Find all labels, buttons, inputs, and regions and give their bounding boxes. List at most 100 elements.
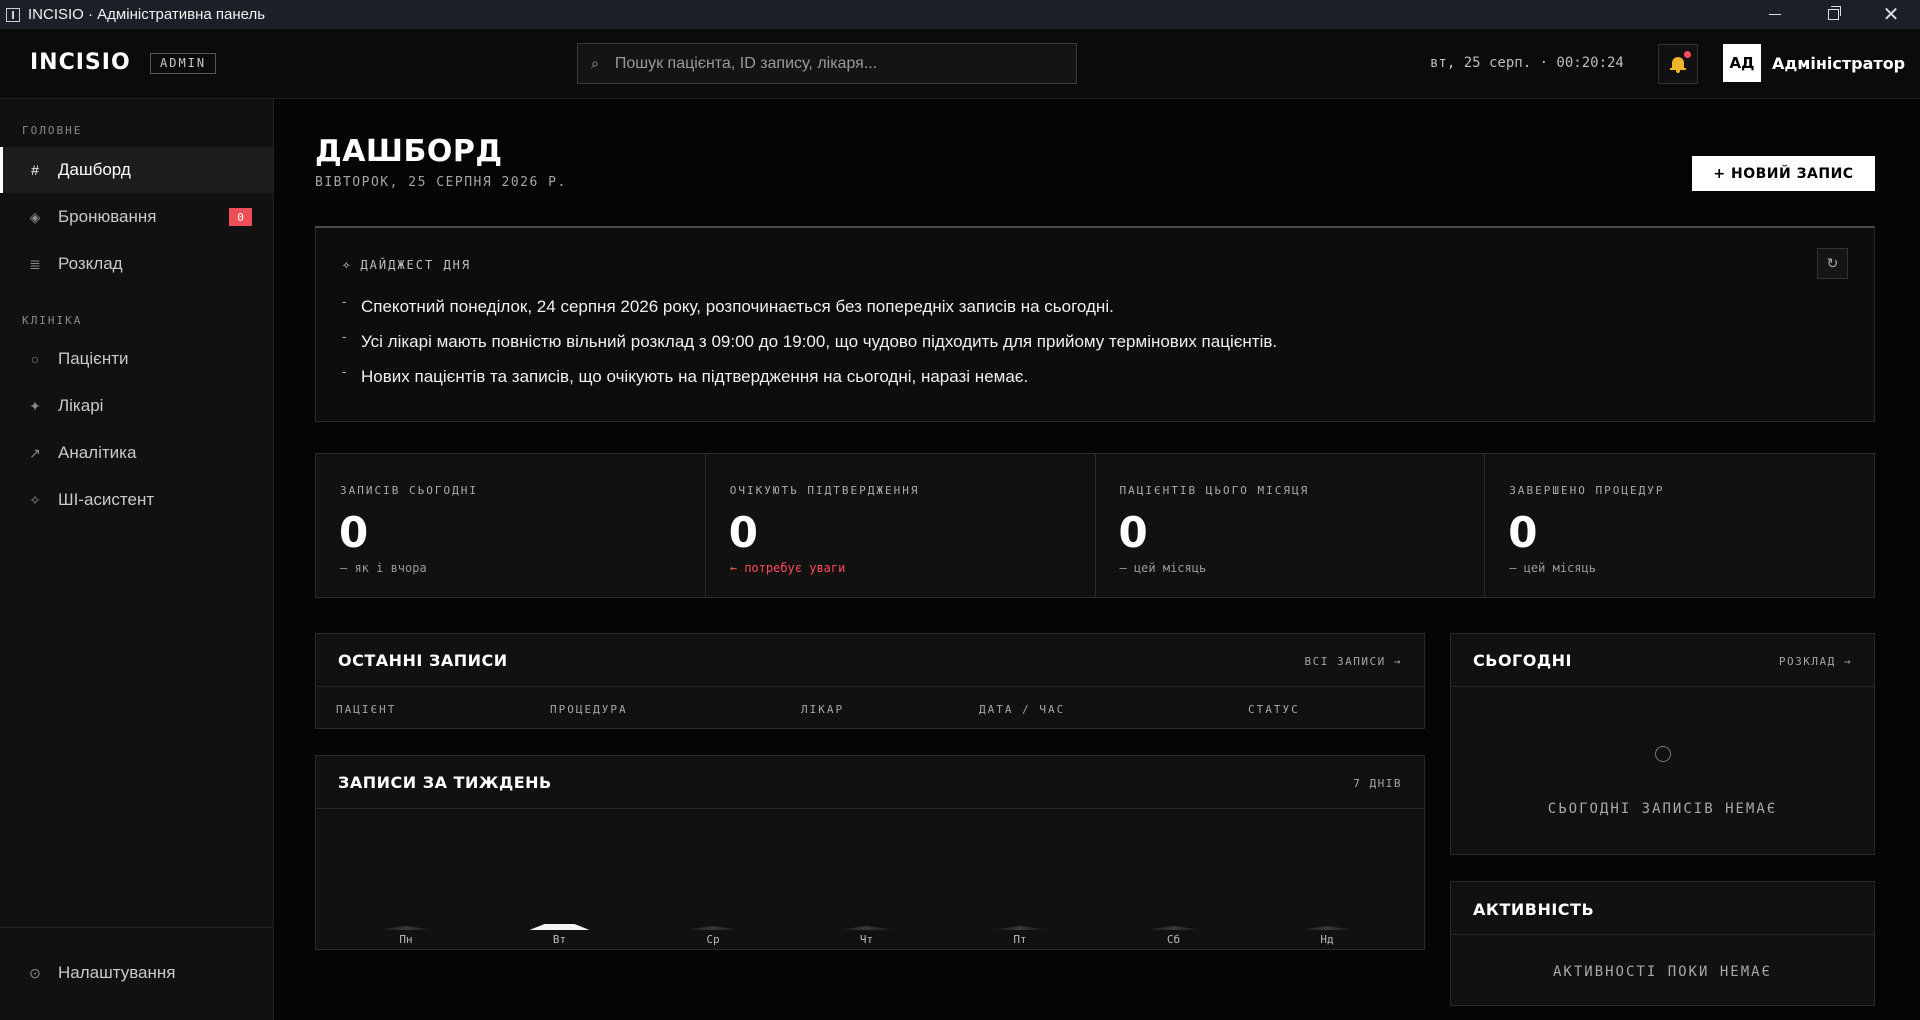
panel-title: ЗАПИСИ ЗА ТИЖДЕНЬ xyxy=(338,773,552,792)
top-header: INCISIO ADMIN ⌕ вт, 25 серп. · 00:20:24 … xyxy=(0,29,1920,99)
activity-panel: АКТИВНІСТЬ АКТИВНОСТІ ПОКИ НЕМАЄ xyxy=(1450,881,1875,1006)
avatar[interactable]: АД xyxy=(1723,44,1761,82)
stat-label: ЗАВЕРШЕНО ПРОЦЕДУР xyxy=(1509,484,1665,497)
daily-digest-card: ✧ ДАЙДЖЕСТ ДНЯ ↻ Спекотний понеділок, 24 … xyxy=(315,226,1875,422)
list-icon: ≣ xyxy=(29,255,41,272)
search-box[interactable]: ⌕ xyxy=(577,43,1077,84)
panel-header: ЗАПИСИ ЗА ТИЖДЕНЬ 7 ДНІВ xyxy=(316,756,1424,809)
search-input[interactable] xyxy=(614,54,1055,73)
sidebar-divider xyxy=(0,927,273,928)
stat-card-procedures: ЗАВЕРШЕНО ПРОЦЕДУР 0 — цей місяць xyxy=(1485,454,1874,597)
sidebar-item-label: Пацієнти xyxy=(58,349,129,368)
arrow-up-right-icon: ↗ xyxy=(29,444,41,461)
sidebar-section-title: КЛІНІКА xyxy=(22,314,83,327)
panel-title: ОСТАННІ ЗАПИСИ xyxy=(338,651,508,670)
panel-title: АКТИВНІСТЬ xyxy=(1473,900,1595,919)
panel-title: СЬОГОДНІ xyxy=(1473,651,1572,670)
bar-label: Нд xyxy=(1320,933,1334,946)
empty-state-icon xyxy=(1655,746,1671,762)
bar-mark xyxy=(990,926,1050,930)
today-panel: СЬОГОДНІ РОЗКЛАД → СЬОГОДНІ ЗАПИСІВ НЕМА… xyxy=(1450,633,1875,855)
stat-label: ОЧІКУЮТЬ ПІДТВЕРДЖЕННЯ xyxy=(729,484,920,497)
search-icon: ⌕ xyxy=(591,55,599,71)
panel-header: СЬОГОДНІ РОЗКЛАД → xyxy=(1451,634,1874,687)
sidebar-item-label: Бронювання xyxy=(58,207,157,226)
bar-mark xyxy=(836,926,897,930)
all-records-link[interactable]: ВСІ ЗАПИСИ → xyxy=(1305,655,1402,668)
column-header-doctor[interactable]: ЛІКАР xyxy=(801,703,844,716)
sidebar-item-label: Лікарі xyxy=(58,396,104,415)
bar-Нд xyxy=(1292,926,1362,930)
app-logo[interactable]: INCISIO xyxy=(30,50,131,75)
bar-mark xyxy=(683,926,743,930)
stat-value: 0 xyxy=(1508,508,1538,557)
sidebar-item-label: Розклад xyxy=(58,254,123,273)
close-icon: ✕ xyxy=(1882,3,1900,26)
bar-Сб xyxy=(1139,926,1209,930)
digest-title: ДАЙДЖЕСТ ДНЯ xyxy=(360,258,472,272)
digest-item: Усі лікарі мають повністю вільний розкла… xyxy=(342,329,1277,367)
bar-Пн xyxy=(371,926,441,930)
bar-label: Чт xyxy=(859,933,874,946)
weekly-bar-chart: Пн Вт Ср Чт Пт Сб Нд xyxy=(316,810,1424,950)
minimize-icon xyxy=(1769,14,1781,15)
sidebar-item-dashboard[interactable]: # Дашборд xyxy=(0,147,273,193)
column-header-patient[interactable]: ПАЦІЄНТ xyxy=(336,703,396,716)
empty-state-text: СЬОГОДНІ ЗАПИСІВ НЕМАЄ xyxy=(1547,801,1778,817)
stat-value: 0 xyxy=(1118,508,1148,557)
stat-value: 0 xyxy=(728,508,758,557)
empty-state-text: АКТИВНОСТІ ПОКИ НЕМАЄ xyxy=(1552,964,1772,980)
sparkle-icon: ✧ xyxy=(29,491,41,508)
sidebar-item-settings[interactable]: ⊙ Налаштування xyxy=(0,950,273,996)
column-header-status[interactable]: СТАТУС xyxy=(1248,703,1300,716)
weekly-records-panel: ЗАПИСИ ЗА ТИЖДЕНЬ 7 ДНІВ Пн Вт Ср Чт Пт Сб Нд xyxy=(315,755,1425,950)
user-name[interactable]: Адміністратор xyxy=(1772,54,1905,73)
sidebar-item-label: Дашборд xyxy=(58,160,131,179)
sidebar-item-label: Аналітика xyxy=(58,443,137,462)
close-button[interactable]: ✕ xyxy=(1862,0,1920,29)
sidebar-item-bookings[interactable]: ◈ Бронювання 0 xyxy=(0,194,273,240)
digest-list: Спекотний понеділок, 24 серпня 2026 року… xyxy=(342,294,1277,402)
sidebar-item-ai-assistant[interactable]: ✧ ШІ-асистент xyxy=(0,477,273,523)
digest-header: ✧ ДАЙДЖЕСТ ДНЯ xyxy=(342,257,471,273)
sidebar-item-patients[interactable]: ○ Пацієнти xyxy=(0,336,273,382)
stat-label: ЗАПИСІВ СЬОГОДНІ xyxy=(340,484,478,497)
notifications-button[interactable] xyxy=(1658,44,1698,84)
bar-Чт xyxy=(832,926,902,930)
header-clock: вт, 25 серп. · 00:20:24 xyxy=(1430,55,1624,71)
new-record-button[interactable]: + НОВИЙ ЗАПИС xyxy=(1692,156,1875,191)
bar-mark xyxy=(1297,926,1357,930)
column-header-procedure[interactable]: ПРОЦЕДУРА xyxy=(550,703,628,716)
bar-label: Пн xyxy=(399,933,413,946)
notification-dot xyxy=(1684,51,1691,58)
sidebar-item-doctors[interactable]: ✦ Лікарі xyxy=(0,383,273,429)
refresh-button[interactable]: ↻ xyxy=(1817,248,1848,279)
restore-button[interactable] xyxy=(1804,0,1862,29)
circle-icon: ○ xyxy=(30,351,40,367)
sidebar: ГОЛОВНЕ # Дашборд ◈ Бронювання 0 ≣ Розкл… xyxy=(0,99,274,1020)
sidebar-section-title: ГОЛОВНЕ xyxy=(22,124,83,137)
bar-mark xyxy=(1143,926,1204,930)
stat-value: 0 xyxy=(339,508,369,557)
sidebar-item-schedule[interactable]: ≣ Розклад xyxy=(0,241,273,287)
bookings-count-badge: 0 xyxy=(229,208,252,226)
bar-label: Ср xyxy=(706,933,720,946)
schedule-link[interactable]: РОЗКЛАД → xyxy=(1779,655,1852,668)
panel-header: АКТИВНІСТЬ xyxy=(1451,882,1874,935)
sidebar-item-analytics[interactable]: ↗ Аналітика xyxy=(0,430,273,476)
digest-item: Нових пацієнтів та записів, що очікують … xyxy=(342,364,1277,402)
stat-card-today: ЗАПИСІВ СЬОГОДНІ 0 — як і вчора xyxy=(316,454,706,597)
diamond-icon: ◈ xyxy=(29,208,41,225)
bar-label: Вт xyxy=(552,933,567,946)
stat-label: ПАЦІЄНТІВ ЦЬОГО МІСЯЦЯ xyxy=(1119,484,1310,497)
stat-note: — як і вчора xyxy=(340,561,427,575)
sidebar-item-label: ШІ-асистент xyxy=(58,490,155,509)
star-icon: ✦ xyxy=(29,397,41,414)
bar-Вт xyxy=(525,924,595,930)
window-titlebar: INCISIO · Адміністративна панель ✕ xyxy=(0,0,1920,29)
minimize-button[interactable] xyxy=(1746,0,1804,29)
bar-Ср xyxy=(678,926,748,930)
bar-mark xyxy=(376,926,436,930)
page-title: ДАШБОРД xyxy=(315,134,503,169)
column-header-datetime[interactable]: ДАТА / ЧАС xyxy=(979,703,1065,716)
